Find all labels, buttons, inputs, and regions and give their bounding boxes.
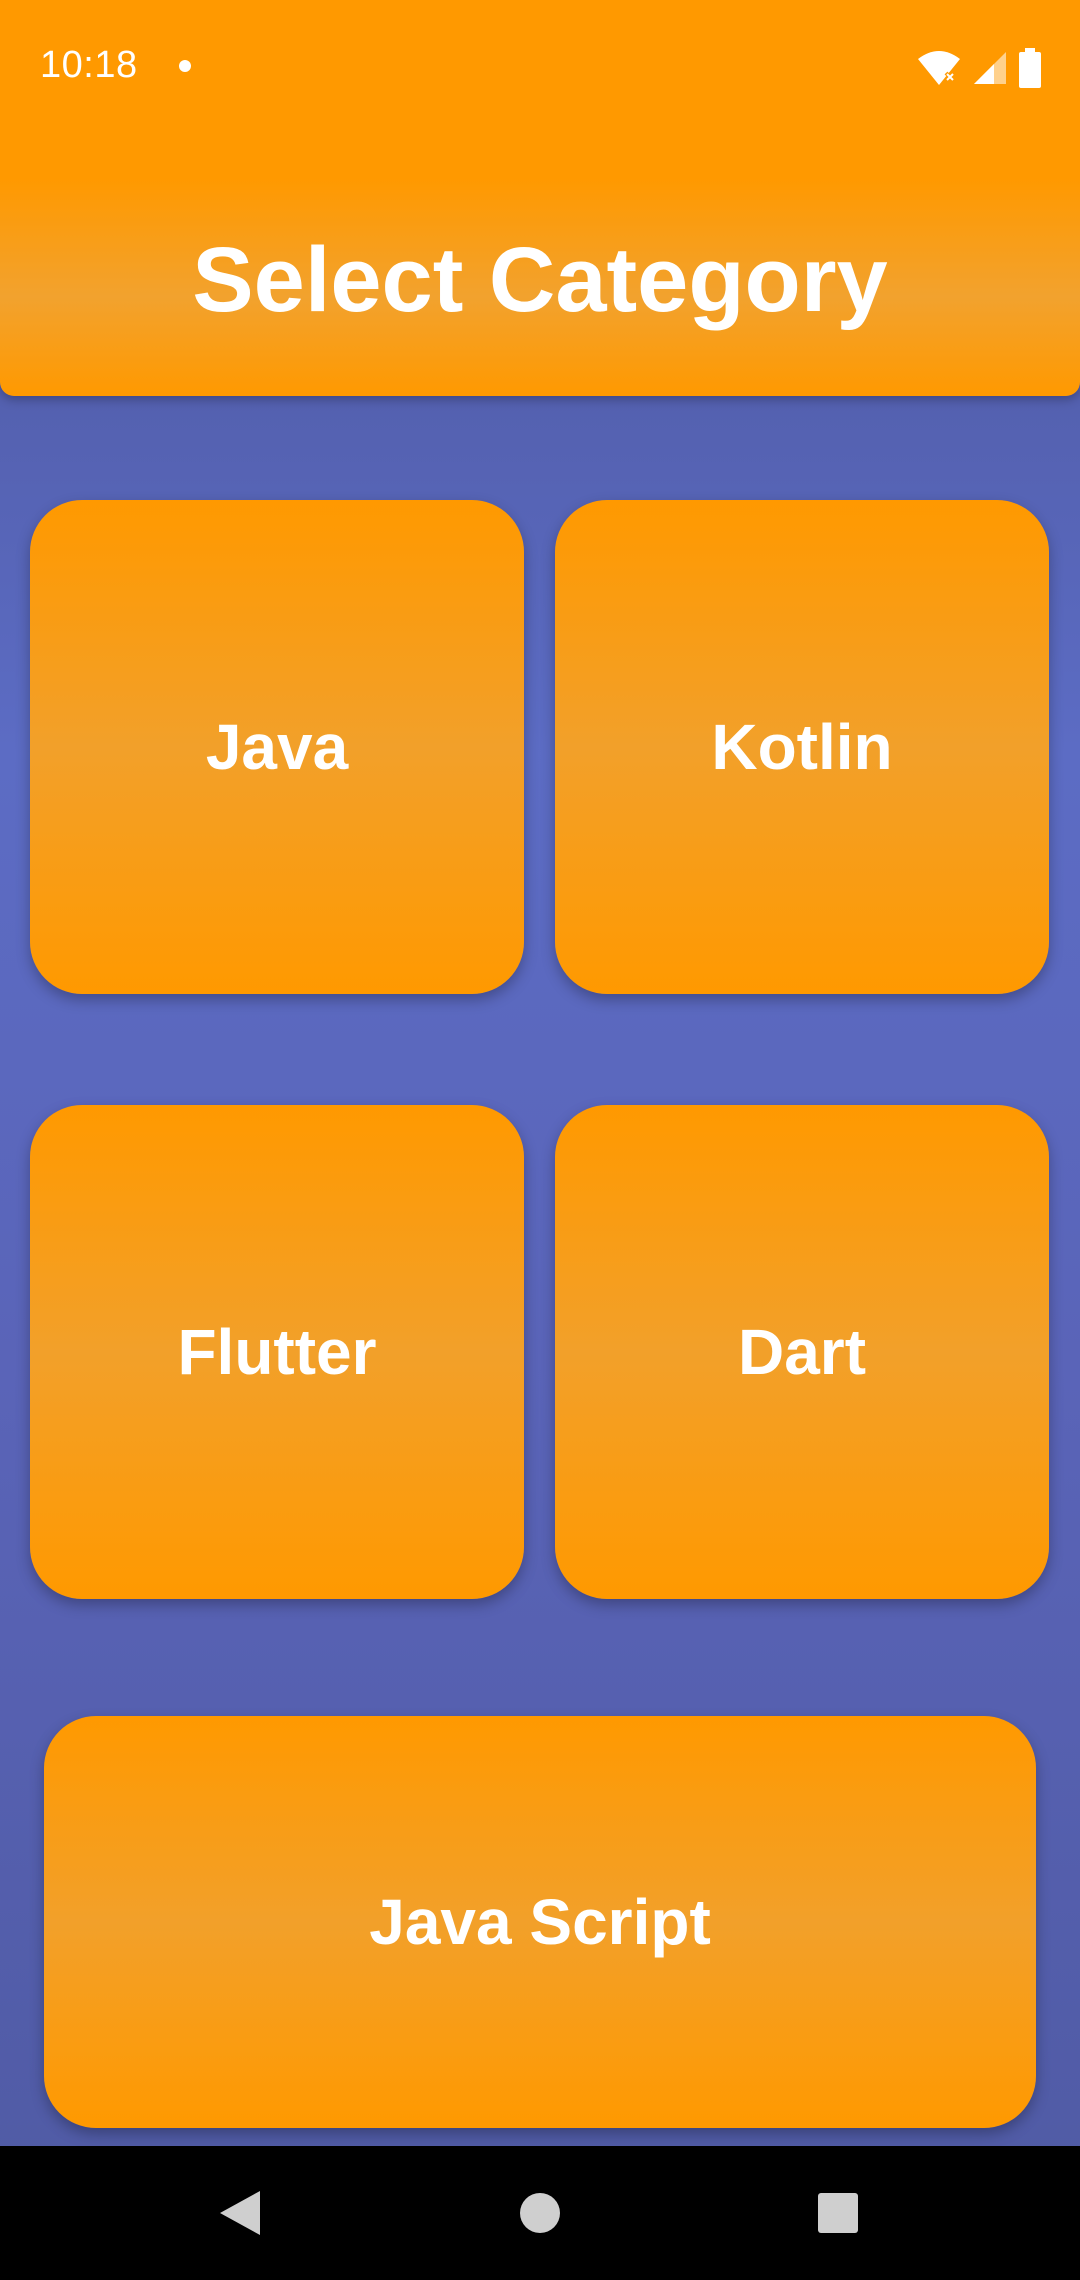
category-card-java[interactable]: Java: [30, 500, 524, 994]
status-time: 10:18: [40, 44, 138, 86]
back-button[interactable]: [160, 2146, 320, 2280]
category-card-kotlin[interactable]: Kotlin: [555, 500, 1049, 994]
page-title: Select Category: [192, 229, 888, 331]
status-icons: [916, 48, 1042, 88]
category-card-javascript[interactable]: Java Script: [44, 1716, 1036, 2128]
home-icon: [520, 2193, 560, 2233]
wifi-off-icon: [918, 51, 960, 85]
navigation-bar: [0, 2146, 1080, 2280]
home-button[interactable]: [460, 2146, 620, 2280]
status-bar: 10:18: [0, 0, 1080, 140]
category-label: Flutter: [177, 1316, 377, 1388]
recents-icon: [818, 2193, 858, 2233]
recents-button[interactable]: [758, 2146, 918, 2280]
category-card-dart[interactable]: Dart: [555, 1105, 1049, 1599]
category-label: Dart: [737, 1316, 867, 1388]
category-label: Java Script: [369, 1886, 711, 1958]
category-label: Kotlin: [711, 711, 893, 783]
category-card-flutter[interactable]: Flutter: [30, 1105, 524, 1599]
notification-dot-icon: [179, 60, 191, 72]
battery-icon: [1019, 48, 1041, 88]
category-label: Java: [205, 711, 349, 783]
signal-icon: [974, 52, 1006, 84]
back-icon: [220, 2191, 260, 2235]
